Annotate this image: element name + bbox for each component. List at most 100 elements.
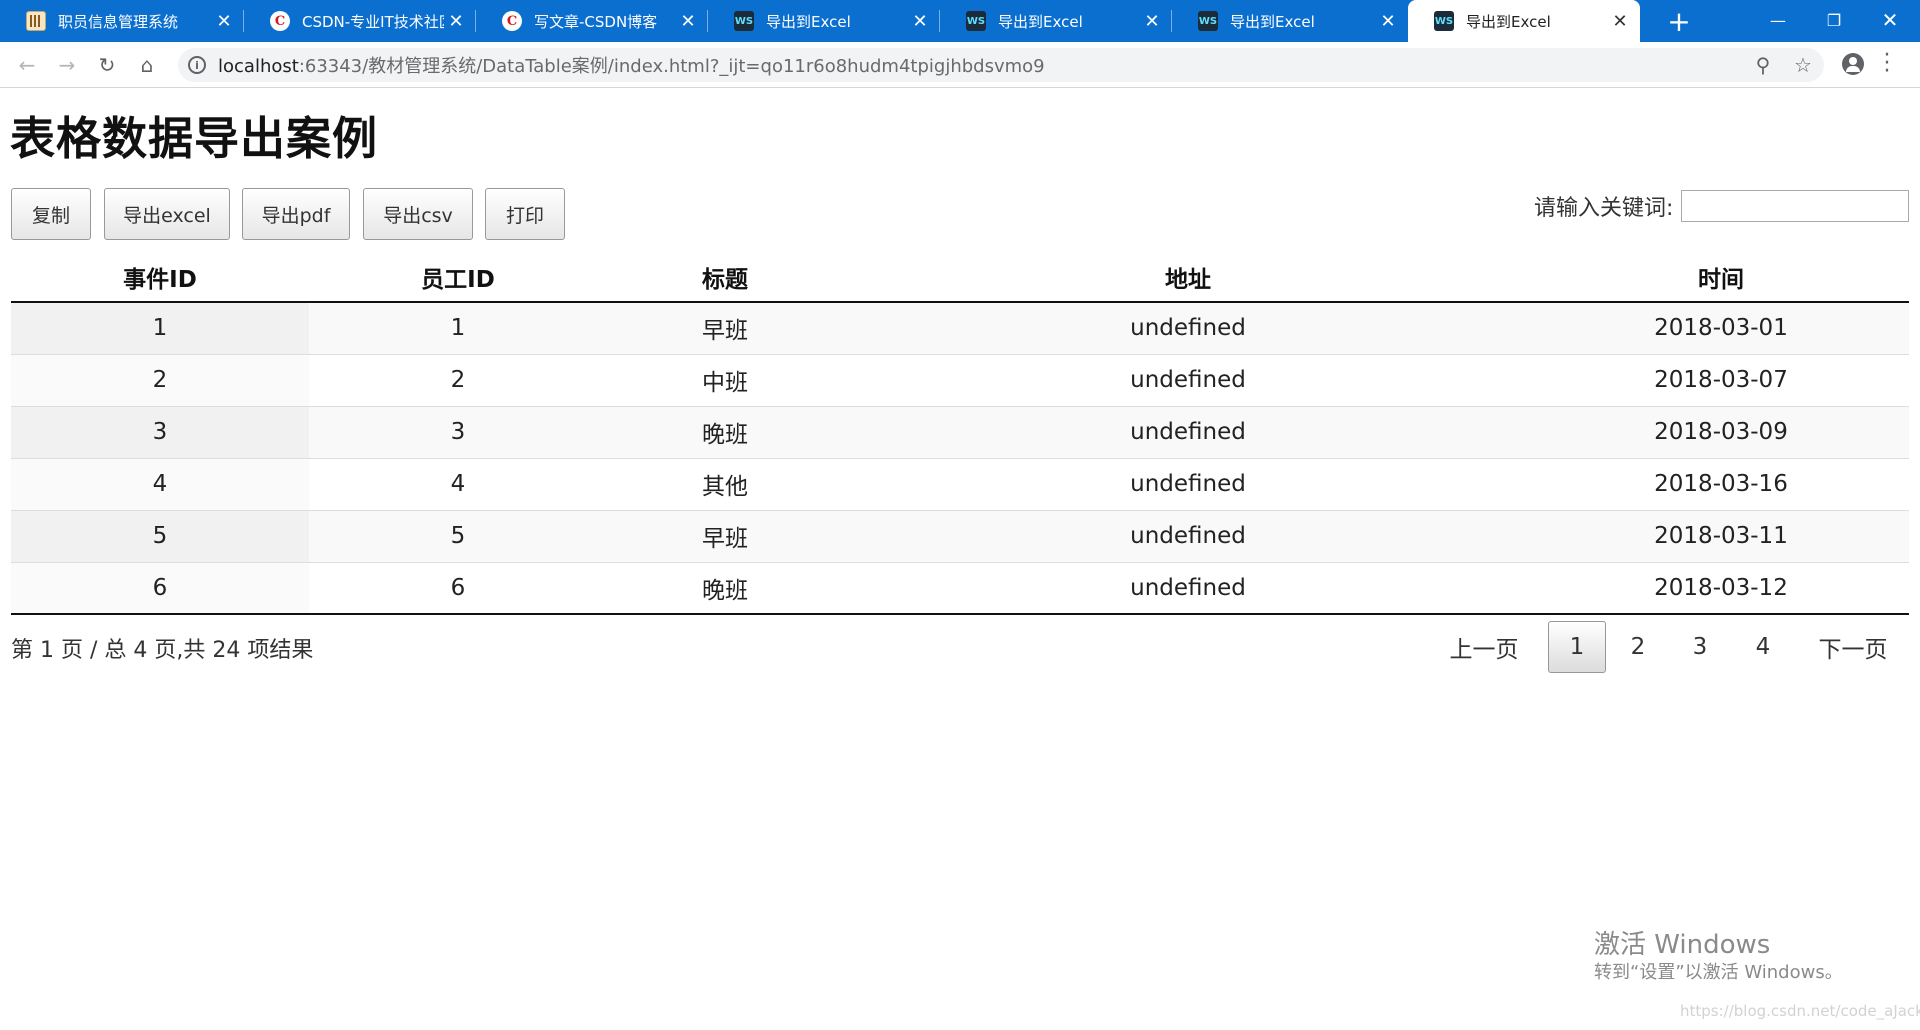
pagination-page-3[interactable]: 3	[1672, 621, 1728, 673]
table-row: 4 4 其他 undefined 2018-03-16	[11, 457, 1909, 510]
copy-button[interactable]: 复制	[11, 188, 91, 240]
close-icon[interactable]: ✕	[908, 9, 932, 33]
table-row: 1 1 早班 undefined 2018-03-01	[11, 302, 1909, 354]
address-bar[interactable]: i localhost:63343/教材管理系统/DataTable案例/ind…	[178, 48, 1824, 82]
print-button[interactable]: 打印	[485, 188, 565, 240]
pagination-page-1[interactable]: 1	[1548, 621, 1606, 673]
browser-tab[interactable]: C 写文章-CSDN博客 ✕	[476, 0, 708, 42]
tab-title: 导出到Excel	[1466, 12, 1551, 31]
minimize-icon[interactable]: —	[1750, 0, 1806, 40]
browser-tab[interactable]: WS 导出到Excel ✕	[940, 0, 1172, 42]
cell-address: undefined	[843, 405, 1533, 458]
webstorm-icon: WS	[734, 11, 754, 31]
export-csv-button[interactable]: 导出csv	[363, 188, 473, 240]
csdn-icon: C	[502, 11, 522, 31]
cell-event-id: 2	[11, 353, 309, 406]
tab-title: 写文章-CSDN博客	[534, 12, 658, 31]
cell-event-id: 4	[11, 457, 309, 510]
tab-title: 导出到Excel	[766, 12, 851, 31]
cell-time: 2018-03-12	[1533, 561, 1909, 615]
restore-icon[interactable]: ❐	[1806, 0, 1862, 40]
cell-event-id: 5	[11, 509, 309, 562]
cell-address: undefined	[843, 509, 1533, 562]
cell-employee-id: 3	[309, 405, 607, 458]
url-text: localhost:63343/教材管理系统/DataTable案例/index…	[218, 52, 1045, 78]
search-input[interactable]	[1681, 190, 1909, 222]
close-icon[interactable]: ✕	[1140, 9, 1164, 33]
new-tab-button[interactable]: +	[1656, 0, 1702, 42]
cell-time: 2018-03-07	[1533, 353, 1909, 406]
export-excel-button[interactable]: 导出excel	[104, 188, 230, 240]
tab-strip: 职员信息管理系统 ✕ C CSDN-专业IT技术社区 ✕ C 写文章-CSDN博…	[0, 0, 1920, 42]
cell-event-id: 1	[11, 302, 309, 354]
browser-tab-active[interactable]: WS 导出到Excel ✕	[1408, 0, 1640, 42]
search-label: 请输入关键词:	[1534, 196, 1674, 221]
close-icon[interactable]: ✕	[212, 9, 236, 33]
info-icon[interactable]: i	[188, 56, 206, 74]
pagination-previous[interactable]: 上一页	[1442, 621, 1526, 673]
forward-arrow-icon[interactable]: →	[52, 50, 82, 80]
browser-tab[interactable]: WS 导出到Excel ✕	[1172, 0, 1408, 42]
webstorm-icon: WS	[1434, 11, 1454, 31]
cell-time: 2018-03-16	[1533, 457, 1909, 510]
home-icon[interactable]: ⌂	[132, 50, 162, 80]
column-header-title[interactable]: 标题	[607, 252, 843, 303]
back-arrow-icon[interactable]: ←	[12, 50, 42, 80]
profile-avatar-icon[interactable]	[1842, 53, 1864, 75]
close-icon[interactable]: ✕	[1608, 9, 1632, 33]
cell-event-id: 6	[11, 561, 309, 615]
reload-icon[interactable]: ↻	[92, 50, 122, 80]
cell-employee-id: 6	[309, 561, 607, 615]
blog-watermark: https://blog.csdn.net/code_aJack	[1680, 1002, 1920, 1020]
table-row: 6 6 晚班 undefined 2018-03-12	[11, 561, 1909, 615]
pagination-page-2[interactable]: 2	[1610, 621, 1666, 673]
cell-time: 2018-03-09	[1533, 405, 1909, 458]
close-icon[interactable]: ✕	[676, 9, 700, 33]
tab-title: 导出到Excel	[998, 12, 1083, 31]
pagination-page-4[interactable]: 4	[1735, 621, 1791, 673]
pagination-info: 第 1 页 / 总 4 页,共 24 项结果	[11, 638, 314, 663]
column-header-address[interactable]: 地址	[843, 252, 1533, 303]
page-title: 表格数据导出案例	[10, 112, 379, 165]
browser-tab[interactable]: 职员信息管理系统 ✕	[0, 0, 244, 42]
webstorm-icon: WS	[966, 11, 986, 31]
cell-address: undefined	[843, 353, 1533, 406]
webstorm-icon: WS	[1198, 11, 1218, 31]
close-icon[interactable]: ✕	[444, 9, 468, 33]
table-header-row: 事件ID 员工ID 标题 地址 时间	[11, 252, 1909, 303]
cell-employee-id: 1	[309, 302, 607, 354]
cell-employee-id: 2	[309, 353, 607, 406]
table-row: 2 2 中班 undefined 2018-03-07	[11, 353, 1909, 406]
tab-title: 导出到Excel	[1230, 12, 1315, 31]
pagination-next[interactable]: 下一页	[1810, 621, 1896, 673]
cell-address: undefined	[843, 561, 1533, 615]
table-row: 5 5 早班 undefined 2018-03-11	[11, 509, 1909, 562]
url-host: localhost	[218, 56, 299, 77]
url-path: :63343/教材管理系统/DataTable案例/index.html?_ij…	[298, 56, 1045, 77]
menu-dots-icon[interactable]: · · ·	[1882, 45, 1892, 83]
tab-title: CSDN-专业IT技术社区	[302, 12, 444, 31]
cell-title: 晚班	[607, 405, 843, 458]
star-icon[interactable]: ☆	[1788, 50, 1818, 80]
browser-toolbar: ← → ↻ ⌂ i localhost:63343/教材管理系统/DataTab…	[0, 42, 1920, 88]
csdn-icon: C	[270, 11, 290, 31]
windows-activation-title: 激活 Windows	[1594, 930, 1771, 960]
windows-activation-subtitle: 转到“设置”以激活 Windows。	[1594, 962, 1843, 983]
cell-address: undefined	[843, 457, 1533, 510]
column-header-event-id[interactable]: 事件ID	[11, 252, 309, 303]
cell-title: 晚班	[607, 561, 843, 615]
close-icon[interactable]: ✕	[1376, 9, 1400, 33]
tab-title: 职员信息管理系统	[58, 12, 179, 31]
export-pdf-button[interactable]: 导出pdf	[242, 188, 350, 240]
data-table: 事件ID 员工ID 标题 地址 时间 1 1 早班 undefined 2018…	[11, 252, 1909, 615]
column-header-time[interactable]: 时间	[1533, 252, 1909, 303]
cell-employee-id: 4	[309, 457, 607, 510]
zoom-icon[interactable]: ⚲	[1748, 50, 1778, 80]
grid-icon	[26, 11, 46, 31]
cell-address: undefined	[843, 302, 1533, 354]
cell-title: 早班	[607, 302, 843, 354]
column-header-employee-id[interactable]: 员工ID	[309, 252, 607, 303]
browser-tab[interactable]: C CSDN-专业IT技术社区 ✕	[244, 0, 476, 42]
window-close-icon[interactable]: ✕	[1862, 0, 1918, 40]
browser-tab[interactable]: WS 导出到Excel ✕	[708, 0, 940, 42]
